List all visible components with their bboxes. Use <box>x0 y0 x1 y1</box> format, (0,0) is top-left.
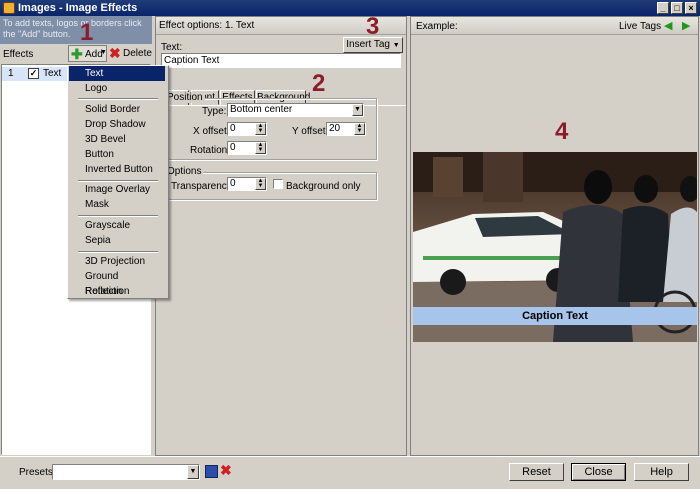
effect-enabled-checkbox[interactable]: ✓ <box>28 68 39 79</box>
caption-overlay: Caption Text <box>413 307 697 325</box>
add-button[interactable]: ✚ Add ▼ <box>68 45 107 62</box>
previous-arrow-icon[interactable]: ◀ <box>664 19 672 32</box>
y-offset-label: Y offset: <box>292 126 329 137</box>
title-bar: Images - Image Effects _ □ × <box>0 0 700 16</box>
effect-options-header: Effect options: 1. Text <box>159 20 255 31</box>
y-offset-stepper[interactable]: ▲ ▼ <box>354 123 365 135</box>
menu-separator <box>78 251 158 253</box>
help-button[interactable]: Help <box>634 463 689 481</box>
close-window-button[interactable]: × <box>685 2 697 14</box>
bottom-bar: Presets: ▼ ✖ Reset Close Help <box>0 456 700 489</box>
menu-item-3d-bevel[interactable]: 3D Bevel <box>69 132 165 147</box>
menu-item-ground-reflection[interactable]: Ground Reflection <box>69 269 165 297</box>
callout-2: 2 <box>312 70 326 97</box>
menu-item-drop-shadow[interactable]: Drop Shadow <box>69 117 165 132</box>
add-hint: To add texts, logos or borders click the… <box>0 16 152 44</box>
text-label: Text: <box>161 42 183 53</box>
menu-item-text[interactable]: Text <box>69 66 165 81</box>
maximize-button[interactable]: □ <box>671 2 683 14</box>
transparency-stepper[interactable]: ▲ ▼ <box>255 178 266 190</box>
menu-item-sepia[interactable]: Sepia <box>69 233 165 248</box>
rotation-stepper[interactable]: ▲ ▼ <box>255 142 266 154</box>
background-only-label: Background only <box>286 181 361 192</box>
type-value: Bottom center <box>230 104 293 115</box>
background-only-checkbox[interactable] <box>273 179 283 189</box>
save-preset-icon[interactable] <box>205 465 218 478</box>
chevron-down-icon[interactable]: ▼ <box>352 104 363 116</box>
next-arrow-icon[interactable]: ▶ <box>682 19 690 32</box>
delete-preset-icon[interactable]: ✖ <box>220 462 232 479</box>
delete-label: Delete <box>123 48 152 59</box>
menu-item-mask[interactable]: Mask <box>69 197 165 212</box>
text-input[interactable]: Caption Text <box>161 53 401 68</box>
example-header: Example: <box>416 21 458 32</box>
type-label: Type: <box>202 106 227 117</box>
effect-options-panel: Effect options: 1. Text Text: Insert Tag… <box>155 16 407 456</box>
chevron-down-icon: ▼ <box>100 49 107 56</box>
menu-item-3d-projection[interactable]: 3D Projection <box>69 254 165 269</box>
presets-select[interactable]: ▼ <box>52 464 200 480</box>
menu-separator <box>78 215 158 217</box>
menu-item-logo[interactable]: Logo <box>69 81 165 96</box>
app-icon <box>3 2 15 14</box>
menu-item-button[interactable]: Button <box>69 147 165 162</box>
menu-item-inverted-button[interactable]: Inverted Button <box>69 162 165 177</box>
type-select[interactable]: Bottom center ▼ <box>227 103 364 117</box>
window-title: Images - Image Effects <box>18 2 138 14</box>
callout-3: 3 <box>366 13 380 40</box>
effects-toolbar: Effects ✚ Add ▼ ✖ Delete <box>0 44 152 64</box>
live-tags-link[interactable]: Live Tags <box>619 21 661 32</box>
chevron-down-icon[interactable]: ▼ <box>187 465 199 479</box>
example-panel: Example: Live Tags ◀ ▶ Caption Text <box>410 16 699 456</box>
add-menu: Text Logo Solid Border Drop Shadow 3D Be… <box>67 65 169 299</box>
menu-item-grayscale[interactable]: Grayscale <box>69 218 165 233</box>
menu-item-image-overlay[interactable]: Image Overlay <box>69 182 165 197</box>
menu-item-solid-border[interactable]: Solid Border <box>69 102 165 117</box>
callout-1: 1 <box>80 19 94 46</box>
effect-name: Text <box>43 68 62 79</box>
chevron-down-icon: ▼ <box>392 42 400 49</box>
rotation-label: Rotation: <box>190 145 231 156</box>
transparency-label: Transparency: <box>171 181 235 192</box>
position-group-title: Position <box>165 92 205 103</box>
presets-label: Presets: <box>19 467 56 478</box>
menu-item-rotation[interactable]: Rotation <box>69 284 165 299</box>
reset-button[interactable]: Reset <box>509 463 564 481</box>
plus-icon: ✚ <box>71 46 83 62</box>
menu-separator <box>78 98 158 100</box>
options-group-title: Options <box>165 166 204 177</box>
minimize-button[interactable]: _ <box>657 2 669 14</box>
callout-4: 4 <box>555 118 569 145</box>
delete-button[interactable]: ✖ Delete <box>108 45 152 62</box>
close-button[interactable]: Close <box>571 463 626 481</box>
effects-label: Effects <box>3 49 34 60</box>
x-offset-label: X offset: <box>193 126 230 137</box>
delete-icon: ✖ <box>109 45 121 61</box>
effect-index: 1 <box>8 68 14 79</box>
x-offset-stepper[interactable]: ▲ ▼ <box>255 123 266 135</box>
